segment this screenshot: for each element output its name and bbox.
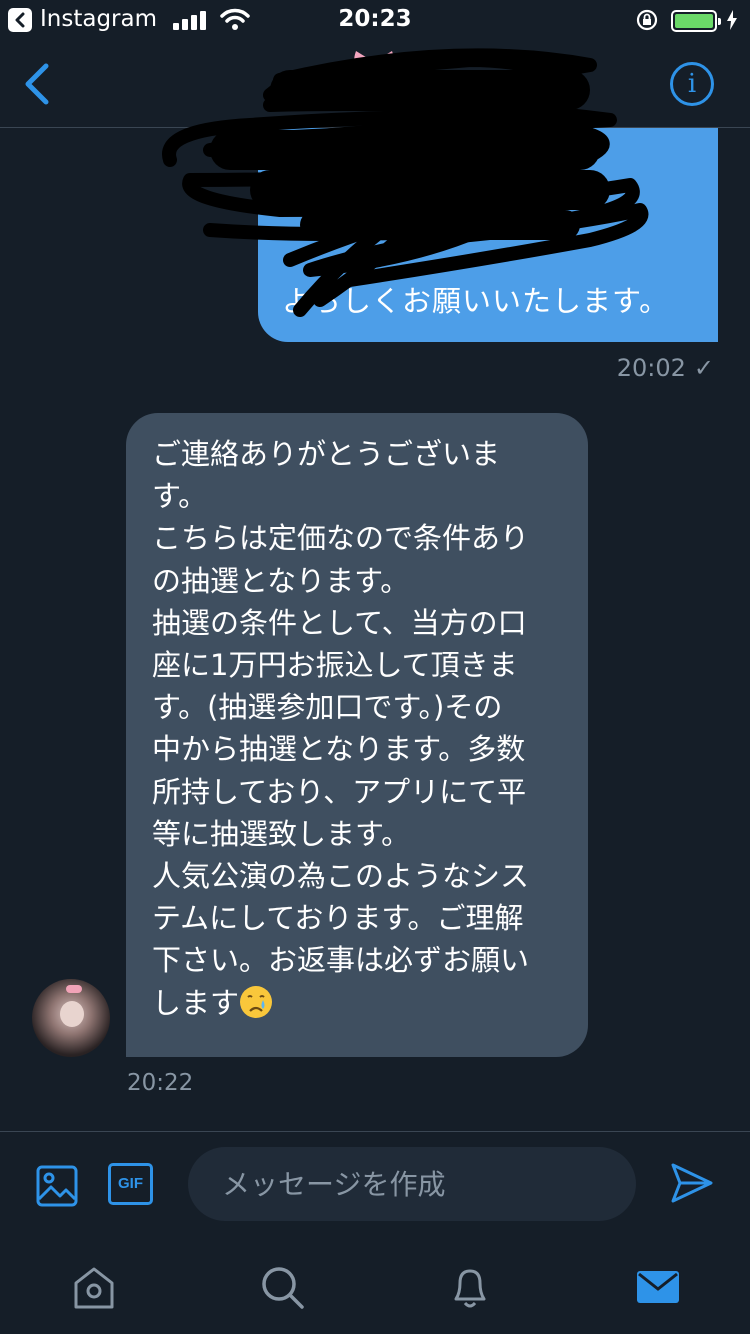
search-icon[interactable] (258, 1263, 306, 1311)
image-icon[interactable] (36, 1165, 78, 1207)
messages-icon[interactable] (634, 1263, 682, 1311)
tab-bar (0, 1235, 750, 1334)
sent-message-text: よろしくお願いいたします。 (282, 284, 670, 318)
sent-message-bubble[interactable]: よろしくお願いいたします。 (258, 128, 718, 342)
notifications-icon[interactable] (446, 1263, 494, 1311)
conversation-header: i (0, 40, 750, 128)
received-message-text: ご連絡ありがとうございま す。 こちらは定価なので条件あり の抽選となります。 … (152, 437, 530, 1020)
sent-message-meta: 20:02 ✓ (617, 354, 714, 382)
received-message-bubble[interactable]: ご連絡ありがとうございま す。 こちらは定価なので条件あり の抽選となります。 … (126, 413, 588, 1057)
battery-icon (671, 10, 721, 32)
home-icon[interactable] (70, 1263, 118, 1311)
status-bar: Instagram 20:23 (0, 0, 750, 40)
charging-icon (727, 10, 737, 30)
sent-message-time: 20:02 (616, 354, 686, 382)
received-message-time: 20:22 (127, 1070, 194, 1096)
message-composer: GIF (0, 1131, 750, 1235)
avatar[interactable] (32, 979, 110, 1057)
read-check-icon: ✓ (693, 354, 714, 382)
bow-emoji-icon (354, 51, 394, 73)
info-button[interactable]: i (670, 62, 714, 106)
chevron-left-icon[interactable] (22, 62, 62, 106)
gif-button[interactable]: GIF (108, 1163, 153, 1205)
rotation-lock-icon (636, 9, 658, 31)
crying-face-icon (240, 985, 273, 1018)
send-icon[interactable] (670, 1162, 714, 1204)
message-input[interactable] (188, 1147, 636, 1221)
